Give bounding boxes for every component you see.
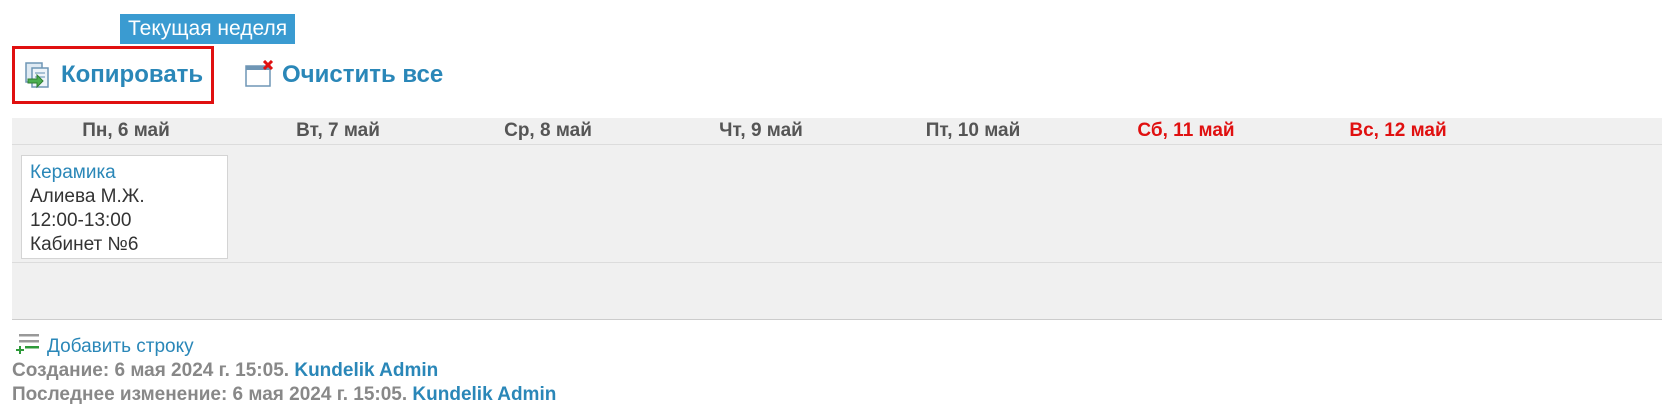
add-row-label: Добавить строку (47, 336, 194, 357)
lesson-time: 12:00-13:00 (30, 210, 132, 231)
day-headers: Пн, 6 май Вт, 7 май Ср, 8 май Чт, 9 май … (12, 118, 1662, 145)
day-header-thu: Чт, 9 май (719, 120, 803, 141)
day-header-wed: Ср, 8 май (504, 120, 592, 141)
created-by-link[interactable]: Kundelik Admin (294, 360, 438, 381)
day-header-tue: Вт, 7 май (296, 120, 380, 141)
add-row-icon (15, 332, 41, 358)
modified-by-link[interactable]: Kundelik Admin (412, 384, 556, 405)
clear-all-button[interactable]: Очистить все (244, 46, 443, 104)
schedule-row-empty (12, 263, 1662, 320)
add-row-button[interactable]: Добавить строку (15, 326, 194, 358)
modified-text: Последнее изменение: 6 мая 2024 г. 15:05… (12, 384, 408, 405)
copy-label: Копировать (61, 61, 204, 88)
copy-icon (23, 60, 53, 90)
week-schedule-grid: Пн, 6 май Вт, 7 май Ср, 8 май Чт, 9 май … (12, 118, 1662, 320)
current-week-badge[interactable]: Текущая неделя (120, 14, 296, 44)
clear-all-icon (244, 59, 274, 90)
lesson-card[interactable]: Керамика Алиева М.Ж. 12:00-13:00 Кабинет… (21, 155, 228, 259)
day-header-fri: Пт, 10 май (925, 120, 1021, 141)
day-header-sun: Вс, 12 май (1349, 120, 1447, 141)
schedule-page: Текущая неделя Копировать Очистить все П… (0, 0, 1677, 420)
schedule-row: Керамика Алиева М.Ж. 12:00-13:00 Кабинет… (12, 145, 1662, 263)
modified-info: Последнее изменение: 6 мая 2024 г. 15:05… (12, 384, 556, 406)
lesson-subject-link[interactable]: Керамика (30, 161, 219, 185)
created-text: Создание: 6 мая 2024 г. 15:05. (12, 360, 290, 381)
day-header-sat: Сб, 11 май (1137, 120, 1235, 141)
lesson-teacher: Алиева М.Ж. (30, 186, 145, 207)
lesson-room: Кабинет №6 (30, 234, 139, 255)
clear-all-label: Очистить все (282, 61, 444, 88)
copy-button[interactable]: Копировать (12, 46, 214, 104)
created-info: Создание: 6 мая 2024 г. 15:05. Kundelik … (12, 360, 438, 382)
day-header-mon: Пн, 6 май (82, 120, 170, 141)
